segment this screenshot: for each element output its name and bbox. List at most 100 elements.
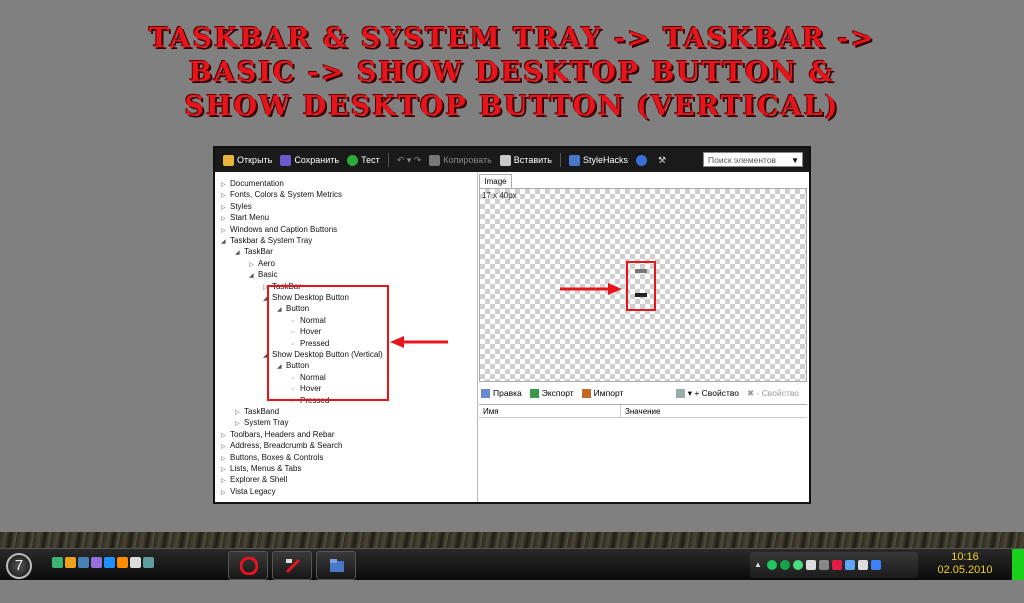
info-icon	[635, 154, 647, 166]
tree-item[interactable]: ▷ Start Menu	[221, 212, 269, 223]
undo-button[interactable]: ↶ ▾ ↷	[397, 155, 422, 166]
tree-item[interactable]: ▷ Buttons, Boxes & Controls	[221, 452, 323, 463]
tree-item-label: Lists, Menus & Tabs	[230, 464, 302, 473]
tray-icon-6[interactable]	[832, 560, 842, 570]
quicklaunch-icon-5[interactable]	[104, 557, 115, 568]
tree-item[interactable]: ▷ System Tray	[235, 417, 288, 428]
quicklaunch-icon-2[interactable]	[65, 557, 76, 568]
splitter[interactable]	[477, 172, 478, 502]
tree-item-label: Basic	[258, 270, 278, 280]
bottom-strip	[0, 580, 1024, 603]
tree-item-label: System Tray	[244, 418, 289, 428]
right-pane: Image 17 x 40px Правка Экспорт Импорт ▾ …	[479, 172, 809, 502]
save-button[interactable]: Сохранить	[280, 154, 339, 166]
quicklaunch-icon-4[interactable]	[91, 557, 102, 568]
quicklaunch-icon-1[interactable]	[52, 557, 63, 568]
headline-line-3: SHOW DESKTOP BUTTON (VERTICAL)	[184, 91, 840, 122]
property-grid-header: Имя Значение	[479, 404, 807, 418]
expanded-triangle-icon[interactable]: ◢	[221, 237, 230, 248]
tree-item[interactable]: ▷ Explorer & Shell	[221, 474, 287, 485]
open-button[interactable]: Открыть	[223, 154, 273, 166]
show-desktop-button-preview	[626, 261, 656, 311]
chevron-down-icon[interactable]: ▼	[791, 153, 799, 168]
open-label: Открыть	[237, 155, 273, 165]
main-toolbar: Открыть Сохранить Тест ↶ ▾ ↷ Копировать …	[215, 148, 809, 172]
paste-label: Вставить	[513, 155, 552, 165]
properties-toolbar: Правка Экспорт Импорт ▾ + Свойство ✖ - С…	[479, 384, 807, 402]
system-tray: ▲	[750, 552, 918, 578]
tools-button[interactable]: ⚒	[658, 155, 666, 166]
folder-icon	[223, 154, 234, 166]
expanded-triangle-icon[interactable]: ◢	[249, 271, 258, 282]
tray-icon-green-1[interactable]	[767, 560, 777, 570]
collapsed-triangle-icon[interactable]: ▷	[221, 488, 230, 499]
tree-item[interactable]: ▷ Fonts, Colors & System Metrics	[221, 189, 342, 200]
clock-time: 10:16	[951, 551, 979, 563]
edit-button[interactable]: Правка	[481, 388, 522, 398]
tree-item[interactable]: ▷ Address, Breadcrumb & Search	[221, 440, 343, 451]
edit-label: Правка	[493, 388, 522, 398]
tree-item-label: Fonts, Colors & System Metrics	[230, 190, 343, 200]
import-button[interactable]: Импорт	[581, 388, 624, 398]
toolbar-separator	[559, 153, 561, 167]
start-button[interactable]: 7	[6, 553, 32, 579]
tree-item-label: TaskBar	[244, 247, 273, 257]
tray-icon-5[interactable]	[819, 560, 829, 570]
tray-icon-green-2[interactable]	[780, 560, 790, 570]
copy-button[interactable]: Копировать	[429, 154, 492, 166]
tree-item[interactable]: ◢ Taskbar & System Tray	[221, 235, 312, 246]
export-icon	[529, 388, 539, 398]
column-name[interactable]: Имя	[479, 405, 621, 417]
wand-icon: ⚒	[657, 154, 667, 165]
tree-highlight-box	[267, 285, 389, 401]
quicklaunch-icon-3[interactable]	[78, 557, 89, 568]
tree-item[interactable]: ◢ Basic	[249, 269, 278, 280]
quicklaunch-icon-8[interactable]	[143, 557, 154, 568]
show-desktop-button[interactable]	[1012, 549, 1024, 581]
tree-item[interactable]: ▷ Lists, Menus & Tabs	[221, 463, 301, 474]
remove-property-label: ✖ - Свойство	[746, 387, 799, 398]
info-button[interactable]	[635, 154, 650, 166]
clock-date: 02.05.2010	[937, 564, 993, 576]
quicklaunch-icon-7[interactable]	[130, 557, 141, 568]
tree-item-label: Windows and Caption Buttons	[230, 224, 338, 234]
undo-icon: ↶ ▾ ↷	[396, 154, 422, 165]
column-value[interactable]: Значение	[621, 405, 660, 417]
clock[interactable]: 10:16 02.05.2010	[920, 551, 1010, 579]
tree-item[interactable]: ▷ Aero	[249, 258, 275, 269]
export-button[interactable]: Экспорт	[529, 388, 574, 398]
tray-icon-7[interactable]	[845, 560, 855, 570]
tree-item[interactable]: ▷ Windows and Caption Buttons	[221, 224, 337, 235]
tree-item[interactable]: ◢ TaskBar	[235, 246, 273, 257]
tray-icon-green-3[interactable]	[793, 560, 803, 570]
search-input[interactable]: Поиск элементов ▼	[703, 152, 803, 167]
red-arrow-right-icon	[560, 283, 622, 295]
stylehacks-label: StyleHacks	[582, 155, 628, 165]
tree-item[interactable]: ▷ Vista Legacy	[221, 486, 276, 497]
taskbar-stylebuilder-button[interactable]	[272, 551, 312, 580]
stylehacks-icon	[568, 154, 580, 166]
taskbar-explorer-button[interactable]	[316, 551, 356, 580]
paste-button[interactable]: Вставить	[499, 154, 552, 166]
tray-arrow-icon[interactable]: ▲	[754, 560, 764, 570]
import-label: Импорт	[593, 388, 624, 398]
stylehacks-button[interactable]: StyleHacks	[568, 154, 628, 166]
taskbar-opera-button[interactable]	[228, 551, 268, 580]
tab-image[interactable]: Image	[479, 174, 512, 188]
remove-property-button[interactable]: ✖ - Свойство	[747, 388, 799, 399]
tree-item[interactable]: ▷ Styles	[221, 201, 252, 212]
tree-item-label: Buttons, Boxes & Controls	[230, 452, 324, 462]
tray-icon-8[interactable]	[858, 560, 868, 570]
tree-item[interactable]: ▷ Toolbars, Headers and Rebar	[221, 429, 335, 440]
expanded-triangle-icon[interactable]: ◢	[235, 248, 244, 259]
preview-glyph-top	[635, 269, 647, 273]
tray-icon-4[interactable]	[806, 560, 816, 570]
test-button[interactable]: Тест	[347, 154, 380, 166]
copy-label: Копировать	[443, 155, 492, 165]
bluetooth-icon[interactable]	[871, 560, 881, 570]
tree-item[interactable]: ▷ Documentation	[221, 178, 284, 189]
headline: TASKBAR & SYSTEM TRAY -> TASKBAR -> BASI…	[0, 22, 1024, 124]
add-property-button[interactable]: ▾ + Свойство	[675, 388, 739, 399]
quicklaunch-icon-6[interactable]	[117, 557, 128, 568]
tree-item[interactable]: ▷ TaskBand	[235, 406, 279, 417]
